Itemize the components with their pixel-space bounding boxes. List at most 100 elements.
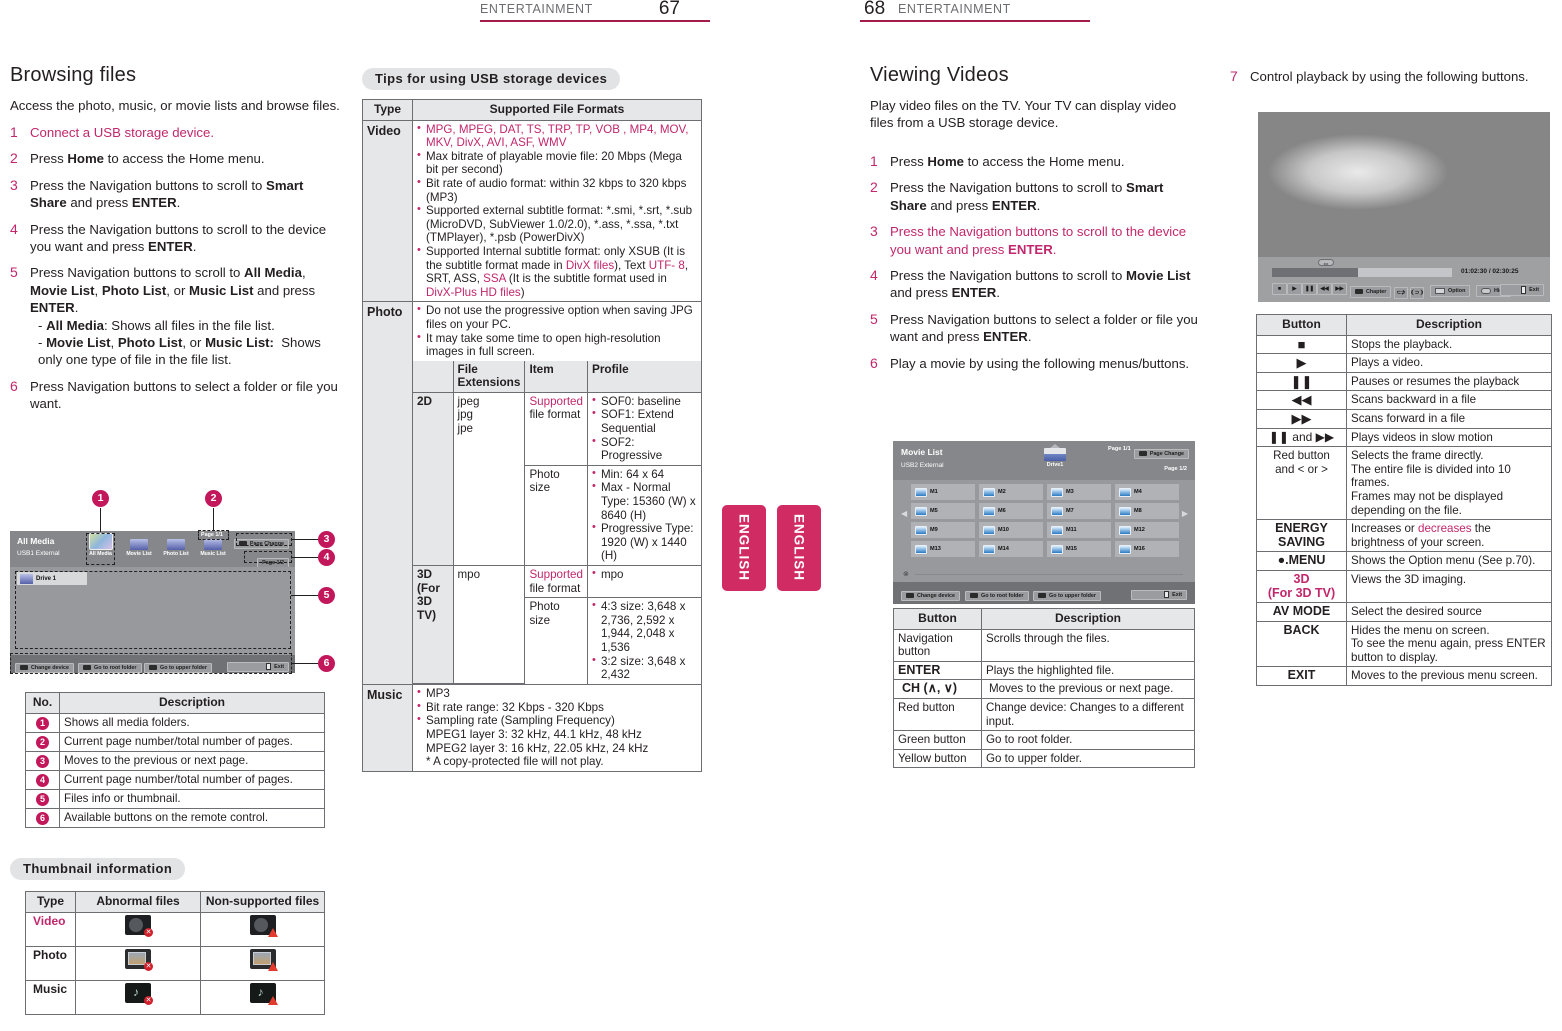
stop-button[interactable]: ■ — [1272, 283, 1287, 295]
file-tile[interactable]: M14 — [979, 541, 1043, 557]
pb-button: EXIT — [1256, 666, 1347, 687]
file-tile[interactable]: M16 — [1115, 541, 1179, 557]
file-tile[interactable]: M2 — [979, 484, 1043, 500]
thumb-col-nonsupported: Non-supported files — [200, 891, 325, 913]
osd-tab-label: Music List — [200, 551, 226, 557]
pp-col-item: Item — [524, 360, 588, 393]
progress-track[interactable] — [1272, 268, 1452, 277]
ff-type-music: Music — [362, 684, 413, 772]
exit-button[interactable]: Exit — [1500, 284, 1544, 296]
playback-button-table-wrap: Button Description ■ Stops the playback. … — [1256, 314, 1552, 687]
mb-desc: Moves to the previous or next page. — [981, 679, 1195, 699]
osd-btn-exit[interactable]: Exit — [1131, 589, 1187, 600]
pp-ext-2d: jpeg jpg jpe — [452, 391, 526, 567]
pb-button: ●.MENU — [1256, 551, 1347, 571]
file-tile[interactable]: M9 — [911, 522, 975, 538]
osd-tab-music-list[interactable]: Music List — [199, 539, 227, 557]
mb-button: ENTER — [893, 660, 982, 681]
playback-control-bar: ◂ ▸ 01:02:30 / 02:30:25 ■ ▶ ❚❚ ◀◀ ▶▶ Cha… — [1258, 257, 1550, 302]
table-row: Video ✕ — [25, 911, 325, 947]
audio-icon[interactable]: ❨⊃❩ — [1410, 287, 1424, 299]
file-tile[interactable]: M7 — [1047, 503, 1111, 519]
osd-page-change-button[interactable]: Page Change — [1133, 445, 1189, 459]
leader-line — [291, 595, 318, 596]
osd-scrollbar[interactable]: ⊗ — [893, 568, 1195, 582]
osd-title: Movie List — [901, 447, 943, 457]
osd-btn-upper-folder[interactable]: Go to upper folder — [1033, 590, 1102, 601]
legend-badge: 2 — [36, 735, 49, 749]
progress-thumb-icon[interactable]: ◂ ▸ — [1318, 259, 1334, 266]
table-row: 2 Current page number/total number of pag… — [25, 731, 325, 752]
photo-format-list: Do not use the progressive option when s… — [417, 303, 697, 359]
osd-btn-root-folder[interactable]: Go to root folder — [965, 590, 1029, 601]
osd-drive-label: Drive1 — [1046, 462, 1064, 468]
leader-line — [292, 557, 318, 558]
osd-tab-label: Movie List — [126, 551, 152, 557]
pb-button: ◀◀ — [1256, 390, 1347, 410]
file-tile[interactable]: M8 — [1115, 503, 1179, 519]
file-tile[interactable]: M4 — [1115, 484, 1179, 500]
movie-file-icon — [983, 544, 995, 554]
osd-btn-change-device[interactable]: Change device — [901, 590, 961, 601]
file-tile[interactable]: M10 — [979, 522, 1043, 538]
page-number-left: 67 — [658, 0, 680, 19]
thumbnail-info-section: Thumbnail information — [10, 858, 186, 880]
legend-desc: Moves to the previous or next page. — [59, 750, 325, 771]
thumb-col-abnormal: Abnormal files — [75, 891, 201, 913]
file-tile[interactable]: M3 — [1047, 484, 1111, 500]
movie-file-icon — [1119, 506, 1131, 516]
playback-button-table: Button Description ■ Stops the playback. … — [1256, 314, 1552, 687]
step-number: 6 — [870, 354, 878, 371]
osd-drive-tile[interactable]: Drive1 — [1038, 444, 1072, 468]
legend-col-desc: Description — [59, 692, 325, 714]
file-tile[interactable]: M5 — [911, 503, 975, 519]
list-item: Do not use the progressive option when s… — [417, 303, 697, 331]
table-row: Green button Go to root folder. — [893, 730, 1195, 750]
file-tile[interactable]: M13 — [911, 541, 975, 557]
pause-button[interactable]: ❚❚ — [1302, 283, 1317, 295]
osd-tab-photo-list[interactable]: Photo List — [162, 539, 190, 557]
leader-line — [292, 539, 318, 540]
pp-col-profile: Profile — [586, 360, 701, 393]
prev-arrow-icon[interactable]: ◀ — [901, 509, 907, 518]
file-tile[interactable]: M12 — [1115, 522, 1179, 538]
music-nonsupported-icon: ♪ — [249, 982, 278, 1005]
table-row: Navigation button Scrolls through the fil… — [893, 628, 1195, 662]
movie-file-icon — [1051, 487, 1063, 497]
mb-desc: Scrolls through the files. — [981, 628, 1195, 662]
language-tab-label: ENGLISH — [791, 514, 807, 582]
ff-type-photo: Photo — [362, 301, 413, 686]
osd-tab-movie-list[interactable]: Movie List — [125, 539, 153, 557]
osd-all-media: All Media USB1 External All Media Movie … — [10, 490, 335, 674]
pb-desc: Shows the Option menu (See p.70). — [1346, 551, 1552, 571]
next-arrow-icon[interactable]: ▶ — [1182, 509, 1188, 518]
file-tile[interactable]: M1 — [911, 484, 975, 500]
legend-col-no: No. — [25, 692, 60, 714]
list-item: Supported external subtitle format: *.sm… — [417, 203, 697, 245]
legend-table: No. Description 1 Shows all media folders… — [25, 692, 325, 828]
callout-dash-2 — [198, 530, 229, 540]
file-formats-table-wrap: Type Supported File Formats Video MPG, M… — [362, 99, 702, 772]
rewind-button[interactable]: ◀◀ — [1317, 283, 1332, 295]
option-button[interactable]: Option — [1430, 285, 1471, 297]
osd-page-bottom: Page 1/2 — [1164, 466, 1187, 472]
fastforward-button[interactable]: ▶▶ — [1332, 283, 1347, 295]
pp-ext-3d: mpo — [452, 564, 526, 685]
chapter-button[interactable]: Chapter — [1350, 285, 1392, 298]
table-row: 5 Files info or thumbnail. — [25, 788, 325, 809]
pp-col-ext: File Extensions — [452, 360, 526, 393]
play-button[interactable]: ▶ — [1287, 283, 1302, 295]
file-tile[interactable]: M6 — [979, 503, 1043, 519]
pb-desc: Increases or decreases the brightness of… — [1346, 519, 1552, 553]
osd-button-bar: Change device Go to root folder Go to up… — [893, 582, 1195, 604]
file-tile[interactable]: M15 — [1047, 541, 1111, 557]
movie-file-icon — [1051, 506, 1063, 516]
osd-title: All Media — [17, 536, 55, 546]
legend-table-wrap: No. Description 1 Shows all media folders… — [25, 692, 325, 828]
mb-col-desc: Description — [981, 608, 1195, 630]
list-item: It may take some time to open high-resol… — [417, 330, 697, 359]
osd-file-grid: ◀ ▶ M1 M2 M3 M4 M5 M6 M7 M8 M9 M10 M11 M… — [893, 480, 1195, 566]
step-number: 2 — [10, 150, 18, 167]
subtitle-icon[interactable]: ⊂⊅ — [1394, 287, 1408, 299]
file-tile[interactable]: M11 — [1047, 522, 1111, 538]
